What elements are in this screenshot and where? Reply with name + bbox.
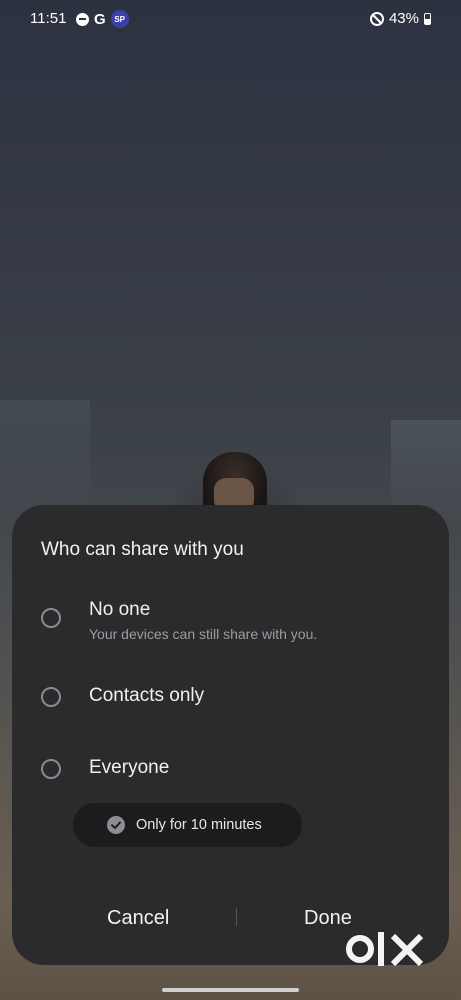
no-signal-icon — [369, 11, 384, 26]
system-indicators: 43% — [369, 10, 431, 27]
status-time: 11:51 — [30, 10, 67, 27]
button-divider — [236, 908, 237, 926]
only-10-minutes-chip[interactable]: Only for 10 minutes — [73, 803, 302, 847]
olx-watermark-logo — [345, 928, 427, 980]
notification-icons: G SP — [76, 10, 129, 28]
radio-contacts-only[interactable] — [41, 687, 61, 707]
google-icon: G — [94, 10, 106, 28]
timer-label: Only for 10 minutes — [136, 817, 262, 833]
battery-percent: 43% — [388, 10, 419, 27]
sp-app-icon: SP — [110, 10, 129, 28]
option-sublabel-no-one: Your devices can still share with you. — [89, 626, 318, 642]
option-everyone[interactable]: Everyone — [12, 757, 449, 783]
share-permission-dialog: Who can share with you No one Your devic… — [12, 505, 449, 965]
do-not-disturb-icon — [76, 12, 89, 26]
navigation-gesture-handle[interactable] — [162, 988, 299, 992]
checkmark-icon — [107, 816, 125, 834]
option-label-no-one: No one — [89, 599, 151, 620]
option-label-contacts-only: Contacts only — [89, 685, 205, 706]
status-bar: 11:51 G SP 43% — [0, 0, 461, 38]
option-label-everyone: Everyone — [89, 757, 170, 778]
option-contacts-only[interactable]: Contacts only — [12, 685, 449, 711]
option-no-one[interactable]: No one Your devices can still share with… — [12, 599, 449, 649]
wallpaper-detail-left — [0, 400, 90, 520]
radio-everyone[interactable] — [41, 759, 61, 779]
dialog-title: Who can share with you — [41, 539, 244, 560]
battery-icon — [424, 12, 431, 25]
radio-no-one[interactable] — [41, 608, 61, 628]
cancel-button[interactable]: Cancel — [107, 903, 169, 933]
